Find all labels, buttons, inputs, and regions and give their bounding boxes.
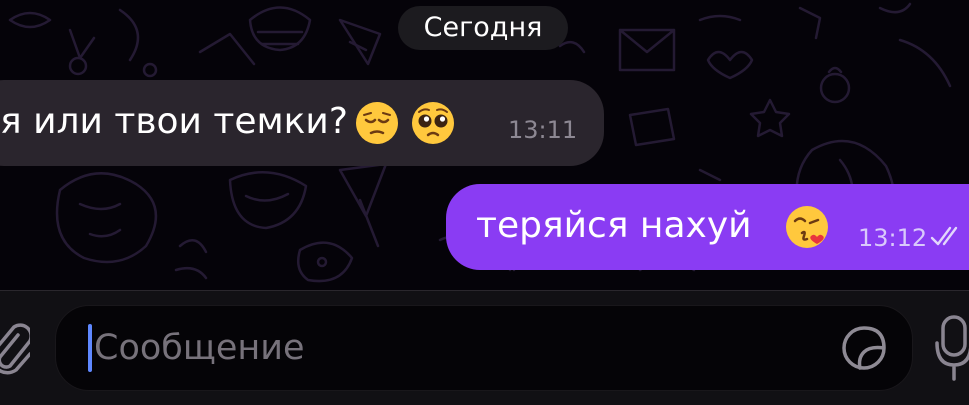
face-blowing-a-kiss-emoji-icon	[786, 206, 828, 248]
sticker-icon[interactable]	[839, 323, 889, 373]
message-input[interactable]: Сообщение	[55, 305, 913, 391]
message-time: 13:11	[508, 116, 578, 144]
outgoing-message-bubble[interactable]: теряйся нахуй 13:12	[446, 184, 969, 270]
paperclip-icon[interactable]	[0, 315, 30, 377]
date-separator: Сегодня	[398, 6, 568, 50]
message-input-placeholder: Сообщение	[94, 328, 305, 368]
incoming-message-bubble[interactable]: я или твои темки? 13:11	[0, 80, 604, 166]
pleading-face-emoji-icon	[412, 102, 454, 144]
message-text: теряйся нахуй	[476, 205, 752, 246]
message-text: я или твои темки?	[0, 101, 348, 142]
microphone-icon[interactable]	[935, 315, 969, 387]
double-check-read-icon	[930, 226, 958, 246]
message-time: 13:12	[858, 224, 928, 252]
text-cursor	[88, 324, 92, 372]
pensive-face-emoji-icon	[356, 102, 398, 144]
